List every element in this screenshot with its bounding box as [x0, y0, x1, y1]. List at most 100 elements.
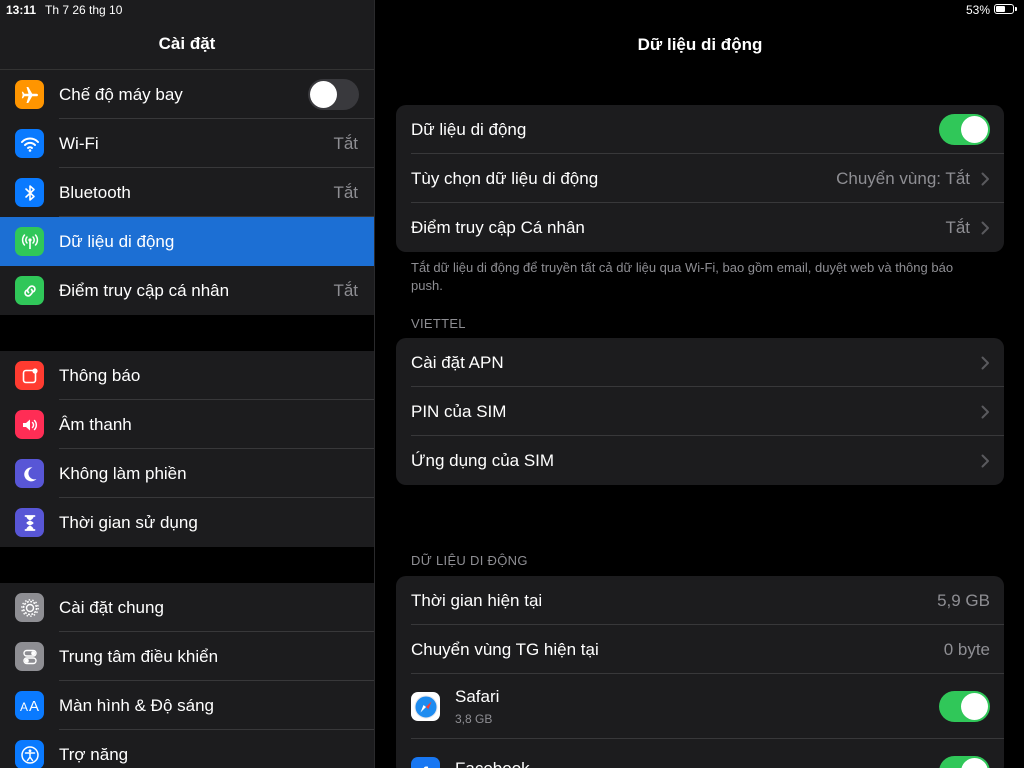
apn-settings-label: Cài đặt APN	[411, 352, 504, 372]
status-date: Th 7 26 thg 10	[45, 3, 123, 17]
sidebar-item-label: Điểm truy cập cá nhân	[59, 280, 230, 300]
sidebar-item-cellular-data[interactable]: Dữ liệu di động	[0, 217, 374, 266]
bluetooth-status: Tắt	[333, 182, 358, 202]
sim-pin-row[interactable]: PIN của SIM	[396, 387, 1004, 436]
wifi-icon	[15, 129, 44, 158]
apn-settings-row[interactable]: Cài đặt APN	[396, 338, 1004, 387]
sidebar-item-label: Màn hình & Độ sáng	[59, 695, 214, 715]
cellular-data-toggle[interactable]	[939, 114, 990, 145]
sidebar-group-general: Cài đặt chung Trung tâm điều khiển AA Mà…	[0, 583, 374, 768]
chevron-right-icon	[981, 172, 989, 185]
sidebar-group-connectivity: Chế độ máy bay Wi-Fi Tắt Bluetooth Tắt D…	[0, 70, 374, 315]
cellular-data-label: Dữ liệu di động	[411, 119, 527, 139]
text-size-icon: AA	[15, 691, 44, 720]
svg-text:A: A	[29, 698, 39, 715]
personal-hotspot-status: Tắt	[945, 217, 970, 237]
sidebar-item-label: Thời gian sử dụng	[59, 512, 198, 532]
sidebar-item-label: Thông báo	[59, 365, 141, 385]
carrier-section-header: VIETTEL	[411, 316, 466, 331]
switches-icon	[15, 642, 44, 671]
safari-cellular-toggle[interactable]	[939, 691, 990, 722]
safari-icon	[411, 692, 440, 721]
sidebar-item-control-center[interactable]: Trung tâm điều khiển	[0, 632, 374, 681]
cellular-data-panel: Dữ liệu di động Dữ liệu di động Tùy chọn…	[376, 0, 1024, 768]
airplane-mode-toggle[interactable]	[308, 79, 359, 110]
antenna-icon	[15, 227, 44, 256]
sim-applications-row[interactable]: Ứng dụng của SIM	[396, 436, 1004, 485]
accessibility-icon	[15, 740, 44, 768]
sidebar-item-wifi[interactable]: Wi-Fi Tắt	[0, 119, 374, 168]
hotspot-icon	[15, 276, 44, 305]
gear-icon	[15, 593, 44, 622]
app-data-size: 3,8 GB	[455, 712, 493, 726]
settings-sidebar: Cài đặt Chế độ máy bay Wi-Fi Tắt Bluetoo…	[0, 0, 375, 768]
sidebar-group-notifications: Thông báo Âm thanh Không làm phiền Thời …	[0, 351, 374, 547]
sim-pin-label: PIN của SIM	[411, 401, 507, 421]
app-name: Safari	[455, 687, 500, 706]
status-time: 13:11	[6, 3, 37, 17]
hotspot-status: Tắt	[333, 280, 358, 300]
airplane-icon	[15, 80, 44, 109]
app-name: Facebook	[455, 759, 939, 768]
sidebar-item-airplane-mode[interactable]: Chế độ máy bay	[0, 70, 374, 119]
sidebar-item-screen-time[interactable]: Thời gian sử dụng	[0, 498, 374, 547]
app-row-safari: Safari 3,8 GB	[396, 674, 1004, 739]
sidebar-item-label: Bluetooth	[59, 182, 131, 202]
hourglass-icon	[15, 508, 44, 537]
sidebar-title: Cài đặt	[158, 34, 216, 53]
sidebar-item-label: Âm thanh	[59, 414, 132, 434]
sidebar-item-display-brightness[interactable]: AA Màn hình & Độ sáng	[0, 681, 374, 730]
personal-hotspot-row[interactable]: Điểm truy cập Cá nhân Tắt	[396, 203, 1004, 252]
sidebar-item-label: Không làm phiền	[59, 463, 187, 483]
facebook-cellular-toggle[interactable]	[939, 756, 990, 768]
carrier-card: Cài đặt APN PIN của SIM Ứng dụng của SIM	[396, 338, 1004, 485]
chevron-right-icon	[981, 405, 989, 418]
sidebar-item-general[interactable]: Cài đặt chung	[0, 583, 374, 632]
status-bar: 13:11 Th 7 26 thg 10 53%	[0, 0, 1024, 20]
battery-percent: 53%	[965, 3, 990, 17]
sim-applications-label: Ứng dụng của SIM	[411, 450, 555, 470]
chevron-right-icon	[981, 221, 989, 234]
cellular-data-options-row[interactable]: Tùy chọn dữ liệu di động Chuyển vùng: Tắ…	[396, 154, 1004, 203]
roaming-status: Chuyển vùng: Tắt	[836, 168, 970, 188]
sidebar-item-label: Cài đặt chung	[59, 597, 164, 617]
speaker-icon	[15, 410, 44, 439]
sidebar-item-label: Wi-Fi	[59, 133, 99, 153]
sidebar-item-sounds[interactable]: Âm thanh	[0, 400, 374, 449]
sidebar-item-do-not-disturb[interactable]: Không làm phiền	[0, 449, 374, 498]
current-period-value: 5,9 GB	[937, 590, 990, 610]
facebook-icon: f	[411, 757, 440, 768]
battery-icon	[994, 4, 1017, 14]
current-period-roaming-row: Chuyển vùng TG hiện tại 0 byte	[396, 625, 1004, 674]
sidebar-item-label: Trợ năng	[59, 744, 129, 764]
cellular-data-row: Dữ liệu di động	[396, 105, 1004, 154]
notification-icon	[15, 361, 44, 390]
app-row-facebook: f Facebook	[396, 739, 1004, 768]
current-period-row: Thời gian hiện tại 5,9 GB	[396, 576, 1004, 625]
usage-card: Thời gian hiện tại 5,9 GB Chuyển vùng TG…	[396, 576, 1004, 768]
sidebar-item-label: Chế độ máy bay	[59, 84, 183, 104]
cellular-settings-card: Dữ liệu di động Tùy chọn dữ liệu di động…	[396, 105, 1004, 252]
bluetooth-icon	[15, 178, 44, 207]
sidebar-item-bluetooth[interactable]: Bluetooth Tắt	[0, 168, 374, 217]
personal-hotspot-label: Điểm truy cập Cá nhân	[411, 217, 585, 237]
page-title: Dữ liệu di động	[637, 35, 763, 54]
chevron-right-icon	[981, 454, 989, 467]
moon-icon	[15, 459, 44, 488]
cellular-options-label: Tùy chọn dữ liệu di động	[411, 168, 599, 188]
sidebar-item-label: Trung tâm điều khiển	[59, 646, 219, 666]
usage-section-header: DỮ LIỆU DI ĐỘNG	[411, 553, 528, 568]
current-period-label: Thời gian hiện tại	[411, 590, 543, 610]
cellular-footnote: Tắt dữ liệu di động để truyền tất cả dữ …	[411, 260, 954, 293]
sidebar-item-notifications[interactable]: Thông báo	[0, 351, 374, 400]
chevron-right-icon	[981, 356, 989, 369]
current-roaming-label: Chuyển vùng TG hiện tại	[411, 639, 599, 659]
wifi-status: Tắt	[333, 133, 358, 153]
sidebar-item-label: Dữ liệu di động	[59, 231, 175, 251]
svg-text:A: A	[20, 700, 28, 714]
sidebar-item-accessibility[interactable]: Trợ năng	[0, 730, 374, 768]
sidebar-item-personal-hotspot[interactable]: Điểm truy cập cá nhân Tắt	[0, 266, 374, 315]
svg-text:f: f	[422, 764, 429, 768]
